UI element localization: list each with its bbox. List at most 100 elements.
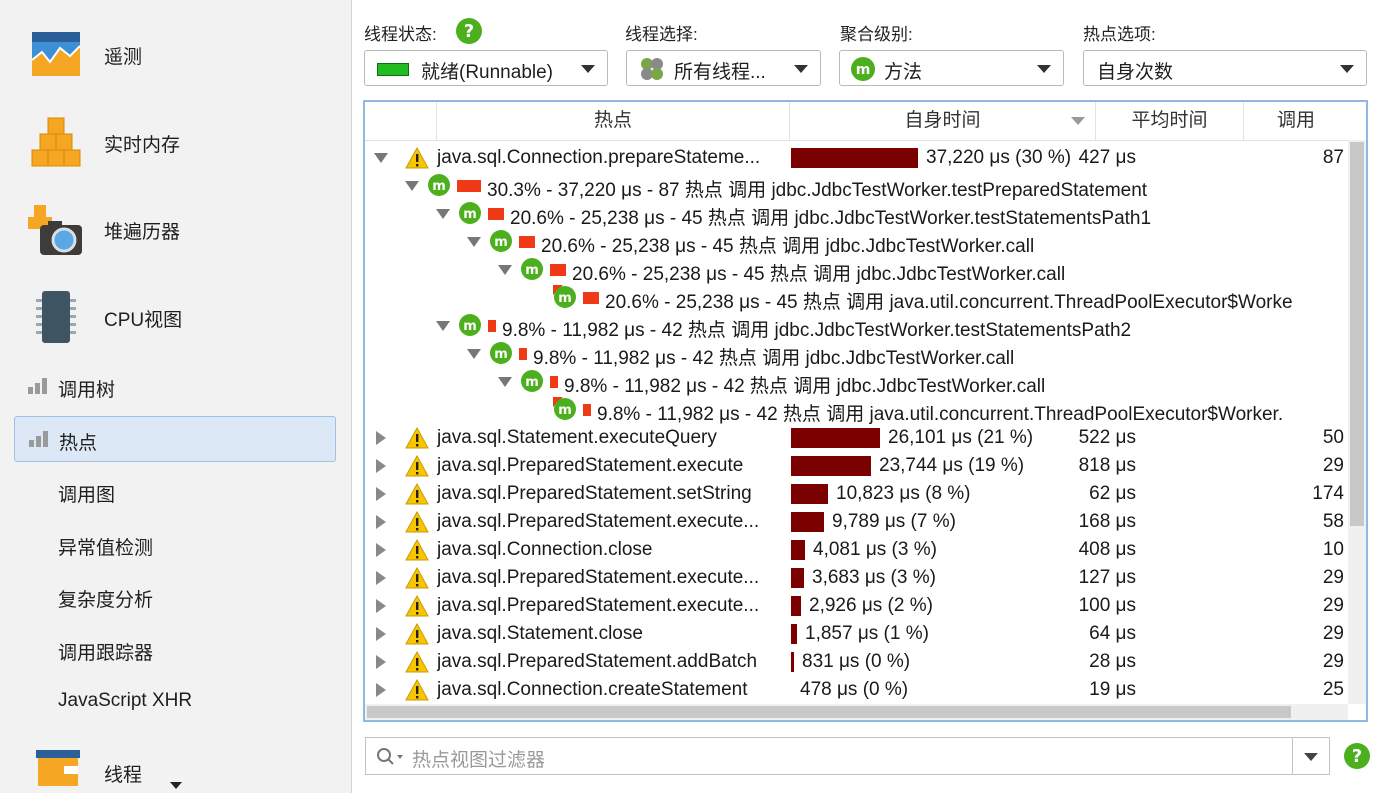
collapse-arrow-icon[interactable]	[405, 181, 419, 191]
table-row[interactable]: java.sql.PreparedStatement.execute... 9,7…	[365, 508, 1348, 536]
collapse-arrow-icon[interactable]	[467, 349, 481, 359]
table-row[interactable]: java.sql.Connection.createStatement 478 μ…	[365, 676, 1348, 704]
backtrace-percent-bar	[583, 404, 591, 416]
bar-chart-icon	[28, 378, 47, 394]
self-time-value: 3,683 μs (3 %)	[812, 567, 936, 588]
table-row[interactable]: java.sql.Statement.executeQuery 26,101 μs…	[365, 424, 1348, 452]
expand-arrow-icon[interactable]	[376, 599, 386, 613]
svg-text:m: m	[494, 347, 508, 362]
horizontal-scrollbar[interactable]	[365, 704, 1348, 720]
sidebar-item-outlier-detection[interactable]: 异常值检测	[58, 533, 153, 560]
column-header-self-time[interactable]: 自身时间	[790, 102, 1096, 140]
method-icon: m	[428, 174, 450, 196]
collapse-arrow-icon[interactable]	[436, 321, 450, 331]
hotspot-name: java.sql.PreparedStatement.execute	[437, 455, 744, 476]
table-row[interactable]: java.sql.Statement.close 1,857 μs (1 %) 64…	[365, 620, 1348, 648]
calls-value: 29	[1322, 455, 1344, 476]
column-header-avg-time[interactable]: 平均时间	[1096, 102, 1244, 140]
sidebar-item-live-memory[interactable]: 实时内存	[0, 100, 351, 184]
hotspot-option-combo[interactable]: 自身次数	[1083, 50, 1367, 86]
thread-select-combo[interactable]: 所有线程...	[626, 50, 821, 86]
avg-time-value: 818 μs	[1078, 455, 1136, 476]
expand-arrow-icon[interactable]	[376, 543, 386, 557]
method-icon: m	[521, 370, 543, 392]
vertical-scrollbar[interactable]	[1348, 140, 1366, 704]
expand-arrow-icon[interactable]	[376, 431, 386, 445]
expand-arrow-icon[interactable]	[376, 487, 386, 501]
filter-dropdown-button[interactable]	[1292, 738, 1329, 774]
sidebar-item-complexity-analysis[interactable]: 复杂度分析	[58, 585, 153, 612]
backtrace-text: 9.8% - 11,982 μs - 42 热点 调用 jdbc.JdbcTes…	[564, 376, 1046, 397]
backtrace-row[interactable]: m 9.8% - 11,982 μs - 42 热点 调用 jdbc.JdbcTe…	[365, 340, 1348, 369]
self-time-value: 831 μs (0 %)	[802, 651, 911, 672]
backtrace-row[interactable]: m 9.8% - 11,982 μs - 42 热点 调用 java.util.c…	[365, 396, 1348, 425]
warning-icon	[405, 427, 429, 449]
sidebar-item-cpu-views[interactable]: CPU视图	[0, 275, 351, 359]
table-row[interactable]: java.sql.PreparedStatement.addBatch 831 μ…	[365, 648, 1348, 676]
self-time-value: 2,926 μs (2 %)	[809, 595, 933, 616]
backtrace-row[interactable]: m 30.3% - 37,220 μs - 87 热点 调用 jdbc.JdbcT…	[365, 172, 1348, 201]
collapse-arrow-icon[interactable]	[467, 237, 481, 247]
hotspots-table[interactable]: 热点 自身时间 平均时间 调用 java.sql.Connection.prep…	[363, 100, 1368, 722]
table-header: 热点 自身时间 平均时间 调用	[365, 102, 1348, 141]
avg-time-value: 168 μs	[1078, 511, 1136, 532]
scroll-thumb[interactable]	[367, 706, 1291, 718]
sidebar-item-heap-walker[interactable]: 堆遍历器	[0, 187, 351, 271]
table-row[interactable]: java.sql.PreparedStatement.execute... 3,6…	[365, 564, 1348, 592]
backtrace-row[interactable]: m 20.6% - 25,238 μs - 45 热点 调用 jdbc.JdbcT…	[365, 256, 1348, 285]
help-icon[interactable]: ?	[1343, 742, 1371, 770]
sidebar-item-telemetry[interactable]: 遥测	[0, 12, 351, 96]
collapse-arrow-icon[interactable]	[498, 265, 512, 275]
thread-status-combo[interactable]: 就绪(Runnable)	[364, 50, 608, 86]
sidebar-item-call-tracer[interactable]: 调用跟踪器	[58, 638, 153, 665]
table-row[interactable]: java.sql.PreparedStatement.execute 23,744…	[365, 452, 1348, 480]
backtrace-row[interactable]: m 9.8% - 11,982 μs - 42 热点 调用 jdbc.JdbcTe…	[365, 312, 1348, 341]
warning-icon	[405, 651, 429, 673]
method-icon: m	[490, 342, 512, 364]
table-row[interactable]: java.sql.PreparedStatement.setString 10,8…	[365, 480, 1348, 508]
sidebar-more-arrow-icon[interactable]	[170, 782, 182, 789]
expand-arrow-icon[interactable]	[376, 571, 386, 585]
svg-text:m: m	[432, 179, 446, 194]
expand-arrow-icon[interactable]	[376, 627, 386, 641]
aggregation-label: 聚合级别:	[840, 25, 913, 44]
calls-value: 58	[1322, 511, 1344, 532]
sidebar-item-call-graph[interactable]: 调用图	[58, 480, 115, 507]
hotspot-option-label: 热点选项:	[1083, 25, 1156, 44]
hotspot-name: java.sql.Statement.executeQuery	[437, 427, 717, 448]
warning-icon	[405, 511, 429, 533]
hotspots-filter[interactable]: 热点视图过滤器	[365, 737, 1330, 775]
table-row[interactable]: java.sql.Connection.close 4,081 μs (3 %) 4…	[365, 536, 1348, 564]
backtrace-percent-bar	[457, 180, 481, 192]
thread-status-label: 线程状态:	[364, 25, 437, 44]
collapse-arrow-icon[interactable]	[436, 209, 450, 219]
warning-icon	[405, 567, 429, 589]
help-icon[interactable]: ?	[455, 17, 483, 45]
collapse-arrow-icon[interactable]	[374, 153, 388, 163]
expand-arrow-icon[interactable]	[376, 515, 386, 529]
table-row[interactable]: java.sql.PreparedStatement.execute... 2,9…	[365, 592, 1348, 620]
backtrace-row[interactable]: m 9.8% - 11,982 μs - 42 热点 调用 jdbc.JdbcTe…	[365, 368, 1348, 397]
sidebar-item-label: 遥测	[104, 47, 143, 68]
method-icon: m	[459, 202, 481, 224]
expand-arrow-icon[interactable]	[376, 655, 386, 669]
self-time-value: 9,789 μs (7 %)	[832, 511, 956, 532]
expand-arrow-icon[interactable]	[376, 683, 386, 697]
column-header-calls[interactable]: 调用	[1244, 102, 1348, 140]
backtrace-row[interactable]: m 20.6% - 25,238 μs - 45 热点 调用 java.util.…	[365, 284, 1348, 313]
column-header-label: 自身时间	[904, 110, 981, 131]
expand-arrow-icon[interactable]	[376, 459, 386, 473]
avg-time-value: 127 μs	[1078, 567, 1136, 588]
collapse-arrow-icon[interactable]	[498, 377, 512, 387]
aggregation-combo[interactable]: m 方法	[839, 50, 1064, 86]
sidebar-item-hotspots[interactable]: 热点	[14, 416, 336, 462]
sidebar-item-call-tree[interactable]: 调用树	[14, 364, 336, 410]
table-row[interactable]: java.sql.Connection.prepareStateme... 37…	[365, 144, 1348, 172]
backtrace-row[interactable]: m 20.6% - 25,238 μs - 45 热点 调用 jdbc.JdbcT…	[365, 228, 1348, 257]
backtrace-row[interactable]: m 20.6% - 25,238 μs - 45 热点 调用 jdbc.JdbcT…	[365, 200, 1348, 229]
avg-time-value: 64 μs	[1089, 623, 1136, 644]
column-header-hotspot[interactable]: 热点	[437, 102, 790, 140]
all-threads-icon	[641, 58, 663, 80]
scroll-thumb[interactable]	[1350, 142, 1364, 526]
sidebar-item-javascript-xhr[interactable]: JavaScript XHR	[58, 690, 192, 712]
